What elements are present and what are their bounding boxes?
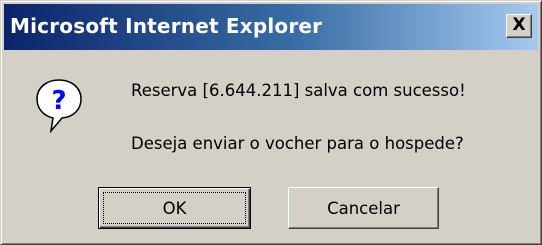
close-button[interactable]: X xyxy=(506,14,532,38)
window-title: Microsoft Internet Explorer xyxy=(10,14,323,38)
question-glyph: ? xyxy=(51,86,66,116)
close-icon: X xyxy=(512,15,526,35)
cancel-button[interactable]: Cancelar xyxy=(288,187,439,229)
question-icon: ? xyxy=(35,78,83,134)
ok-button[interactable]: OK xyxy=(98,187,251,229)
message-dialog: Microsoft Internet Explorer X ? Reserva … xyxy=(0,0,542,245)
ok-button-label: OK xyxy=(162,198,187,218)
message-line-2: Deseja enviar o vocher para o hospede? xyxy=(131,134,464,153)
cancel-button-label: Cancelar xyxy=(327,198,400,218)
title-bar[interactable]: Microsoft Internet Explorer X xyxy=(4,4,538,50)
message-line-1: Reserva [6.644.211] salva com sucesso! xyxy=(131,81,466,100)
